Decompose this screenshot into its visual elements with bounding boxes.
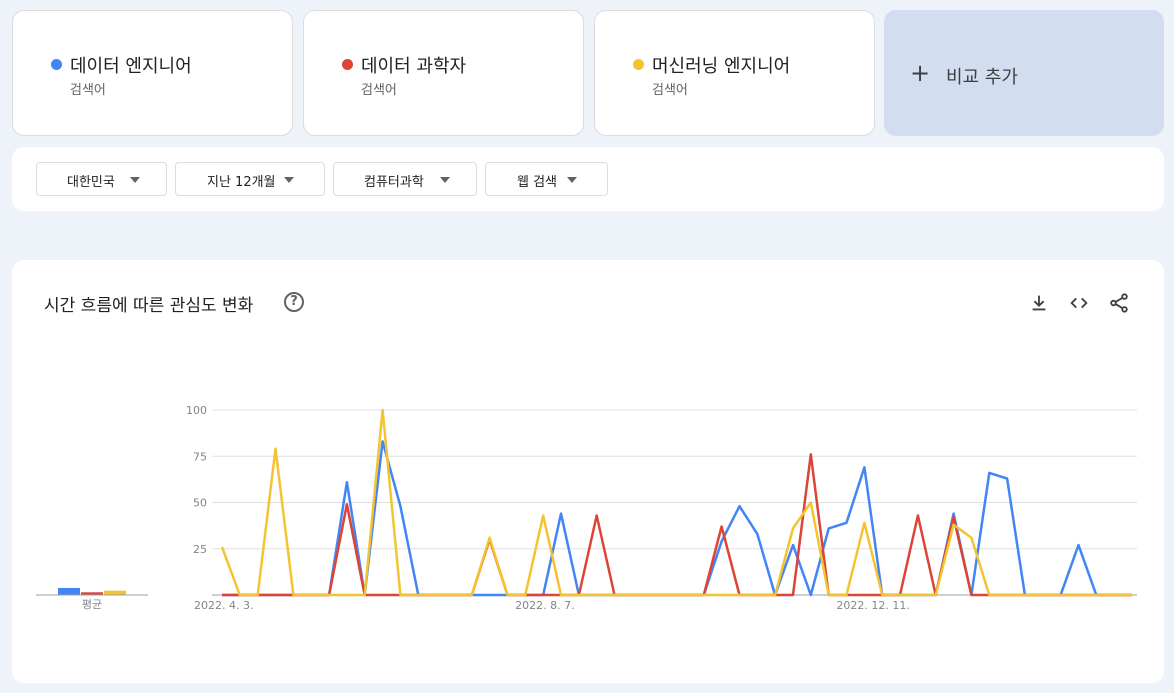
average-chart: 평균: [36, 587, 148, 611]
y-tick-label: 100: [186, 404, 207, 417]
filter-label: 지난 12개월: [207, 175, 276, 190]
x-tick-label: 2022. 4. 3.: [194, 599, 253, 612]
filter-category-dropdown[interactable]: 컴퓨터과학: [333, 162, 477, 196]
line-chart: 25 50 75 100 2022. 4. 3. 2022. 8. 7. 2022. 12.…: [186, 404, 1137, 612]
x-tick-label: 2022. 8. 7.: [515, 599, 574, 612]
term-type-label: 검색어: [70, 83, 106, 98]
filter-label: 컴퓨터과학: [364, 175, 424, 190]
series-line-1[interactable]: [222, 440, 1132, 597]
filter-period-dropdown[interactable]: 지난 12개월: [175, 162, 325, 196]
average-bar[interactable]: [104, 590, 126, 595]
term-card-3[interactable]: 머신러닝 엔지니어 검색어: [594, 10, 875, 136]
filter-region-dropdown[interactable]: 대한민국: [36, 162, 167, 196]
filter-search-type-dropdown[interactable]: 웹 검색: [485, 162, 608, 196]
term-card-1[interactable]: 데이터 엔지니어 검색어: [12, 10, 293, 136]
filter-bar: 대한민국 지난 12개월 컴퓨터과학 웹 검색: [12, 147, 1164, 211]
average-label: 평균: [82, 598, 102, 611]
y-tick-label: 75: [193, 450, 207, 463]
embed-code-icon[interactable]: [1068, 292, 1090, 314]
chart-title: 시간 흐름에 따른 관심도 변화: [44, 296, 254, 316]
series-color-dot: [633, 59, 644, 70]
download-icon[interactable]: [1028, 292, 1050, 314]
caret-down-icon: [284, 177, 294, 183]
average-bar[interactable]: [58, 587, 80, 595]
series-color-dot: [342, 59, 353, 70]
add-compare-label: 비교 추가: [946, 67, 1018, 88]
term-type-label: 검색어: [652, 83, 688, 98]
x-tick-label: 2022. 12. 11.: [836, 599, 909, 612]
series-color-dot: [51, 59, 62, 70]
caret-down-icon: [130, 177, 140, 183]
share-icon[interactable]: [1108, 292, 1130, 314]
interest-over-time-card: 시간 흐름에 따른 관심도 변화 ? 평균 25 50 75 100 2022. 4. …: [12, 260, 1164, 683]
term-name: 데이터 과학자: [361, 56, 467, 77]
caret-down-icon: [567, 177, 577, 183]
caret-down-icon: [440, 177, 450, 183]
y-tick-label: 25: [193, 543, 207, 556]
term-type-label: 검색어: [361, 83, 397, 98]
filter-label: 대한민국: [67, 175, 115, 190]
term-name: 데이터 엔지니어: [70, 56, 192, 77]
term-name: 머신러닝 엔지니어: [652, 56, 791, 77]
y-tick-label: 50: [193, 497, 207, 510]
filter-label: 웹 검색: [517, 175, 558, 190]
help-circle-icon[interactable]: ?: [284, 292, 304, 312]
term-card-2[interactable]: 데이터 과학자 검색어: [303, 10, 584, 136]
add-compare-button[interactable]: + 비교 추가: [884, 10, 1164, 136]
plus-icon: +: [910, 59, 931, 87]
